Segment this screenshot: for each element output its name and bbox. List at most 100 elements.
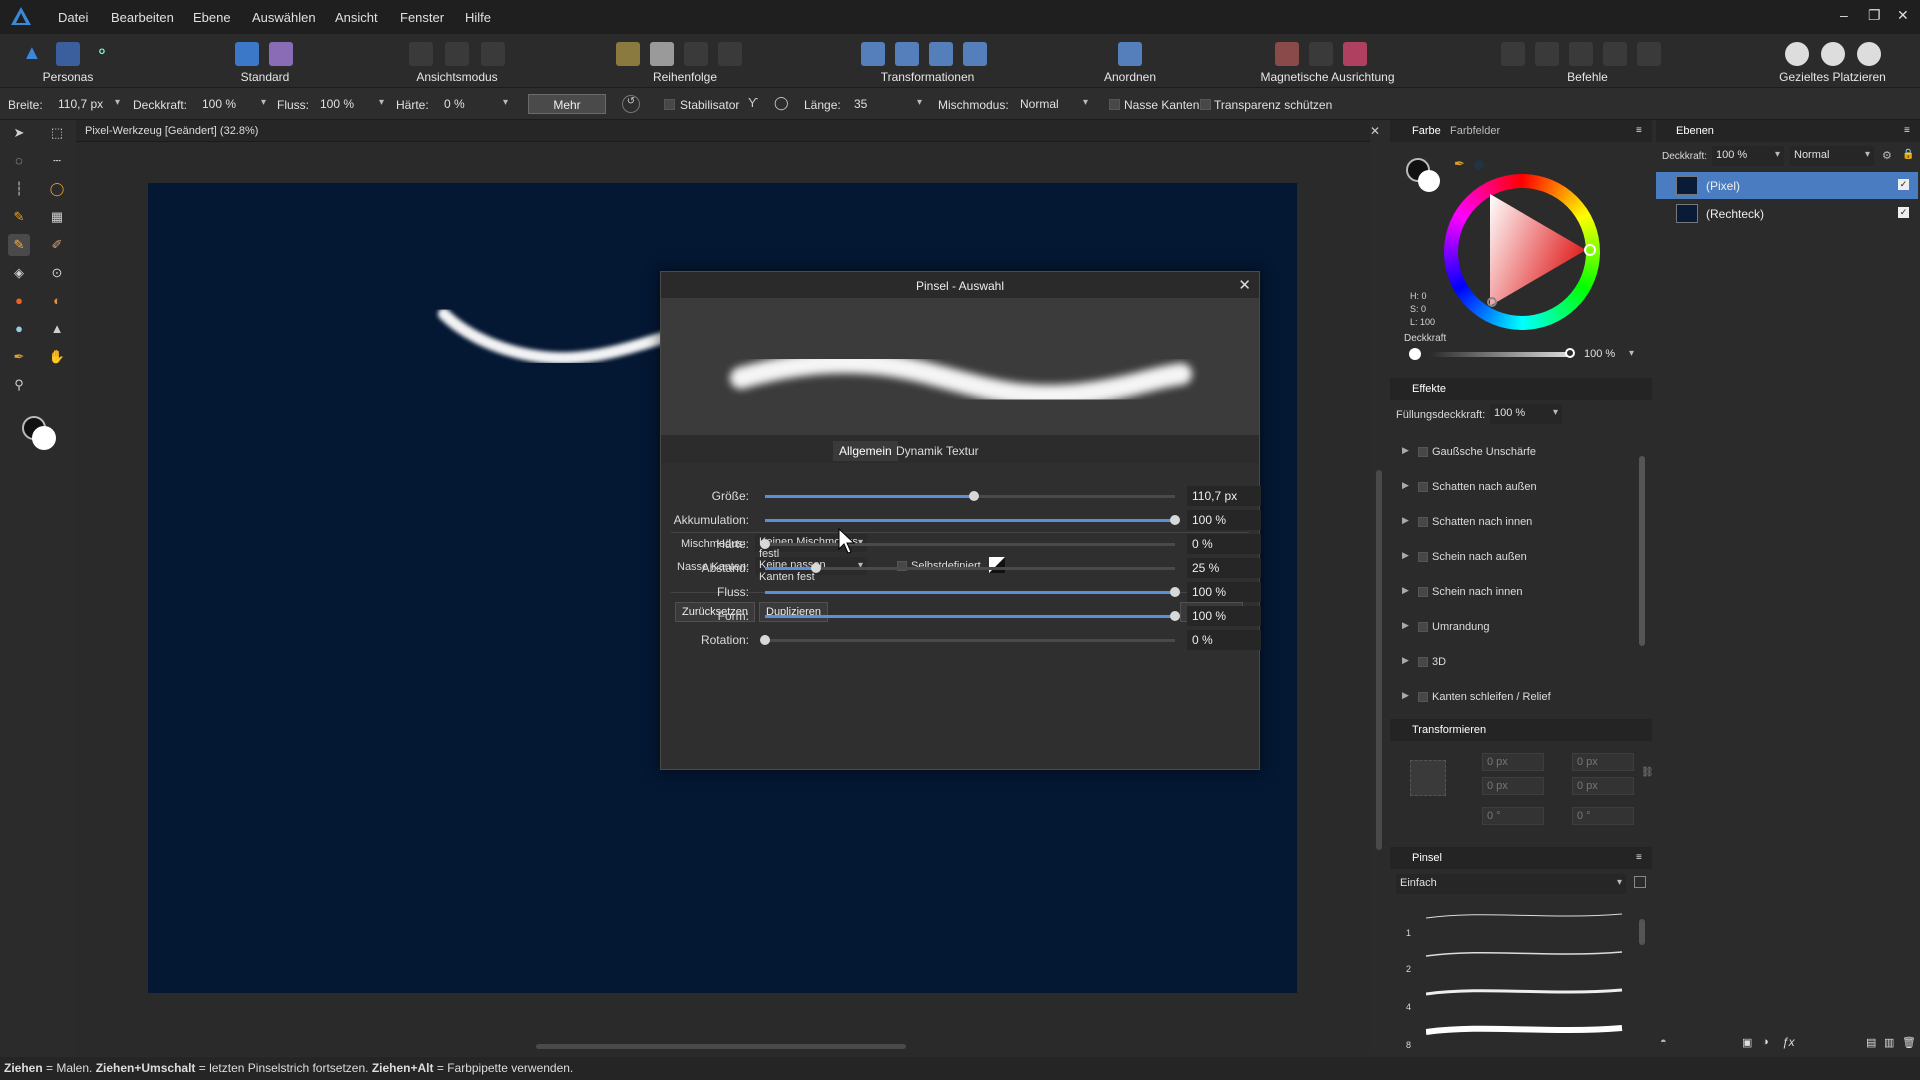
effect-checkbox[interactable] bbox=[1418, 552, 1428, 562]
menu-fenster[interactable]: Fenster bbox=[400, 10, 444, 25]
blur-icon[interactable]: ● bbox=[8, 318, 30, 340]
command-divide-icon[interactable] bbox=[1637, 42, 1661, 66]
brushes-menu-icon[interactable]: ≡ bbox=[1636, 852, 1642, 863]
effect-checkbox[interactable] bbox=[1418, 657, 1428, 667]
brush-stroke-previews[interactable] bbox=[1426, 906, 1626, 1052]
add-group-icon[interactable]: ▥ bbox=[1884, 1036, 1894, 1049]
wet-edges-checkbox[interactable] bbox=[1109, 99, 1120, 110]
vertical-scroll-thumb[interactable] bbox=[1376, 470, 1382, 850]
effect-checkbox[interactable] bbox=[1418, 587, 1428, 597]
effect-checkbox[interactable] bbox=[1418, 622, 1428, 632]
move-back-icon[interactable] bbox=[684, 42, 708, 66]
expand-arrow-icon[interactable]: ▶ bbox=[1402, 585, 1409, 596]
transform-rotation-field[interactable]: 0 ° bbox=[1482, 807, 1544, 825]
pixel-persona-icon[interactable] bbox=[56, 42, 80, 66]
effect-item[interactable]: ▶ Schatten nach innen bbox=[1396, 507, 1632, 537]
param-value-field[interactable]: 0 % bbox=[1187, 534, 1261, 554]
fx-icon[interactable]: ƒx bbox=[1782, 1035, 1795, 1049]
color-panel-menu-icon[interactable]: ≡ bbox=[1636, 125, 1642, 136]
menu-auswaehlen[interactable]: Auswählen bbox=[252, 10, 316, 25]
flow-field[interactable]: 100 % bbox=[316, 94, 388, 114]
mask-icon[interactable]: ▣ bbox=[1742, 1036, 1752, 1049]
transform-y-field[interactable]: 0 px bbox=[1572, 753, 1634, 771]
hand-icon[interactable]: ✋ bbox=[46, 346, 68, 368]
view-outline-icon[interactable] bbox=[481, 42, 505, 66]
protect-alpha-checkbox[interactable] bbox=[1200, 99, 1211, 110]
color-opacity-knob[interactable] bbox=[1565, 348, 1575, 358]
window-mode-icon[interactable]: ◯ bbox=[774, 95, 789, 111]
selection-brush-icon[interactable]: ✎ bbox=[8, 206, 30, 228]
document-close-icon[interactable]: ✕ bbox=[1370, 124, 1380, 138]
param-slider[interactable] bbox=[765, 611, 1180, 621]
assistant-icon[interactable] bbox=[235, 42, 259, 66]
layers-menu-icon[interactable]: ≡ bbox=[1904, 125, 1910, 136]
brush-view-icon[interactable] bbox=[1634, 876, 1646, 888]
param-slider-knob[interactable] bbox=[811, 563, 822, 573]
tab-textur[interactable]: Textur bbox=[940, 441, 985, 461]
expand-arrow-icon[interactable]: ▶ bbox=[1402, 445, 1409, 456]
length-field[interactable]: 35 bbox=[850, 94, 926, 114]
opacity-field[interactable]: 100 % bbox=[198, 94, 270, 114]
export-persona-icon[interactable]: ⚬ bbox=[90, 42, 114, 66]
param-value-field[interactable]: 0 % bbox=[1187, 630, 1261, 650]
expand-arrow-icon[interactable]: ▶ bbox=[1402, 550, 1409, 561]
param-slider-knob[interactable] bbox=[1170, 611, 1180, 621]
move-tool-icon[interactable]: ➤ bbox=[8, 122, 30, 144]
effect-item[interactable]: ▶ 3D bbox=[1396, 647, 1632, 677]
layer-row[interactable]: (Pixel) ✓ bbox=[1656, 172, 1918, 199]
flood-fill-icon[interactable]: ◈ bbox=[8, 262, 30, 284]
layer-stack-icon[interactable]: ◓ bbox=[1660, 1036, 1667, 1048]
link-icon[interactable]: ⛓ bbox=[1641, 767, 1654, 778]
param-slider-knob[interactable] bbox=[760, 539, 770, 549]
param-slider[interactable] bbox=[760, 539, 1175, 549]
delete-layer-icon[interactable]: 🗑 bbox=[1902, 1036, 1916, 1049]
rope-mode-icon[interactable]: ϒ bbox=[748, 95, 758, 110]
color-picker-icon[interactable]: ✒ bbox=[8, 346, 30, 368]
zoom-icon[interactable]: ⚲ bbox=[8, 374, 30, 396]
menu-ebene[interactable]: Ebene bbox=[193, 10, 231, 25]
menu-hilfe[interactable]: Hilfe bbox=[465, 10, 491, 25]
flip-vertical-icon[interactable] bbox=[895, 42, 919, 66]
transform-w-field[interactable]: 0 px bbox=[1482, 777, 1544, 795]
layer-opacity-field[interactable]: 100 % bbox=[1712, 146, 1784, 166]
transform-shear-field[interactable]: 0 ° bbox=[1572, 807, 1634, 825]
color-opacity-slider[interactable] bbox=[1430, 348, 1575, 358]
param-slider[interactable] bbox=[765, 491, 1175, 501]
layer-lock-icon[interactable]: 🔒 bbox=[1902, 149, 1914, 160]
effect-checkbox[interactable] bbox=[1418, 692, 1428, 702]
horizontal-scroll-thumb[interactable] bbox=[536, 1044, 906, 1049]
command-add-icon[interactable] bbox=[1501, 42, 1525, 66]
place-behind-icon[interactable] bbox=[1785, 42, 1809, 66]
adjustment-icon[interactable]: ◑ bbox=[1762, 1036, 1769, 1048]
width-field[interactable]: 110,7 px bbox=[54, 94, 124, 114]
layer-row[interactable]: (Rechteck) ✓ bbox=[1656, 200, 1918, 227]
command-intersect-icon[interactable] bbox=[1569, 42, 1593, 66]
param-slider-knob[interactable] bbox=[1170, 515, 1180, 525]
place-inside-icon[interactable] bbox=[1821, 42, 1845, 66]
transform-x-field[interactable]: 0 px bbox=[1482, 753, 1544, 771]
expand-arrow-icon[interactable]: ▶ bbox=[1402, 620, 1409, 631]
designer-persona-icon[interactable]: ▲ bbox=[22, 42, 46, 66]
param-value-field[interactable]: 110,7 px bbox=[1187, 486, 1261, 506]
menu-datei[interactable]: Datei bbox=[58, 10, 88, 25]
dialog-close-icon[interactable]: ✕ bbox=[1238, 276, 1251, 294]
param-slider[interactable] bbox=[765, 563, 1175, 573]
param-value-field[interactable]: 25 % bbox=[1187, 558, 1261, 578]
place-front-icon[interactable] bbox=[1857, 42, 1881, 66]
view-retina-icon[interactable] bbox=[445, 42, 469, 66]
transform-h-field[interactable]: 0 px bbox=[1572, 777, 1634, 795]
snap-dash-icon[interactable] bbox=[1309, 42, 1333, 66]
more-button[interactable]: Mehr bbox=[528, 94, 606, 114]
effect-checkbox[interactable] bbox=[1418, 482, 1428, 492]
restore-icon[interactable]: ❐ bbox=[1868, 7, 1881, 24]
effect-item[interactable]: ▶ Gaußsche Unschärfe bbox=[1396, 437, 1632, 467]
layer-settings-icon[interactable]: ⚙ bbox=[1882, 149, 1892, 162]
clone-icon[interactable]: ⊙ bbox=[46, 262, 68, 284]
minimize-icon[interactable]: – bbox=[1840, 7, 1848, 23]
align-icon[interactable] bbox=[1118, 42, 1142, 66]
param-slider-knob[interactable] bbox=[760, 635, 770, 645]
effect-checkbox[interactable] bbox=[1418, 447, 1428, 457]
effect-item[interactable]: ▶ Kanten schleifen / Relief bbox=[1396, 682, 1632, 712]
fill-opacity-field[interactable]: 100 % bbox=[1490, 404, 1562, 424]
param-slider-knob[interactable] bbox=[969, 491, 980, 501]
